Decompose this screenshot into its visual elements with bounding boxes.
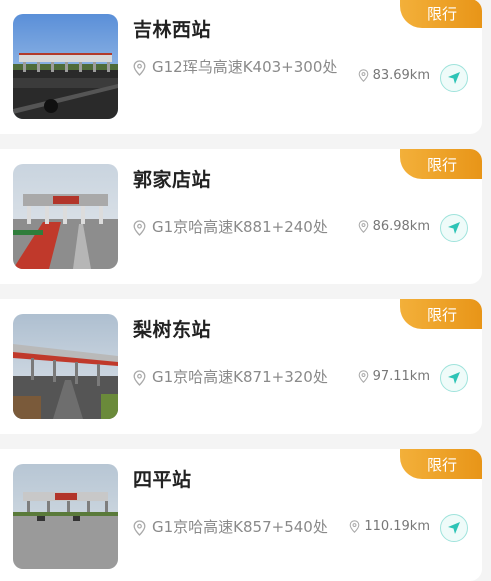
station-distance-text: 83.69km — [372, 68, 430, 83]
restriction-badge: 限行 — [400, 449, 482, 479]
station-card[interactable]: 四平站 G1京哈高速K857+540处 110.19km 限行 — [0, 449, 482, 581]
toll-station-photo-icon — [13, 14, 118, 119]
station-address-text: G1京哈高速K871+320处 — [152, 368, 328, 386]
station-address: G12珲乌高速K403+300处 — [133, 57, 343, 77]
station-address-text: G1京哈高速K881+240处 — [152, 218, 328, 236]
station-address: G1京哈高速K857+540处 — [133, 517, 353, 537]
station-distance: 83.69km — [358, 68, 430, 83]
station-distance-text: 86.98km — [372, 219, 430, 234]
station-address-text: G12珲乌高速K403+300处 — [152, 58, 338, 76]
station-address: G1京哈高速K871+320处 — [133, 367, 353, 387]
station-name: 梨树东站 — [133, 319, 212, 341]
toll-station-photo-icon — [13, 164, 118, 269]
station-address: G1京哈高速K881+240处 — [133, 217, 353, 237]
station-photo — [13, 464, 118, 569]
navigate-arrow-icon — [448, 72, 460, 84]
distance-pin-icon — [358, 220, 368, 233]
distance-pin-icon — [358, 69, 368, 82]
station-distance: 97.11km — [358, 369, 430, 384]
navigate-button[interactable] — [440, 364, 468, 392]
location-pin-icon — [133, 60, 146, 76]
navigate-button[interactable] — [440, 514, 468, 542]
navigate-button[interactable] — [440, 214, 468, 242]
station-card[interactable]: 吉林西站 G12珲乌高速K403+300处 83.69km 限行 — [0, 0, 482, 134]
toll-station-photo-icon — [13, 464, 118, 569]
distance-pin-icon — [349, 520, 360, 533]
station-photo — [13, 14, 118, 119]
station-address-text: G1京哈高速K857+540处 — [152, 518, 328, 536]
navigate-arrow-icon — [448, 222, 460, 234]
station-name: 四平站 — [133, 469, 192, 491]
station-name: 吉林西站 — [133, 19, 212, 41]
station-list: 吉林西站 G12珲乌高速K403+300处 83.69km 限行 郭家店站 G1… — [0, 0, 491, 581]
navigate-arrow-icon — [448, 372, 460, 384]
station-distance-text: 97.11km — [372, 369, 430, 384]
location-pin-icon — [133, 370, 146, 386]
location-pin-icon — [133, 220, 146, 236]
station-photo — [13, 164, 118, 269]
navigate-arrow-icon — [448, 522, 460, 534]
restriction-badge: 限行 — [400, 0, 482, 28]
restriction-badge: 限行 — [400, 149, 482, 179]
restriction-badge: 限行 — [400, 299, 482, 329]
station-card[interactable]: 梨树东站 G1京哈高速K871+320处 97.11km 限行 — [0, 299, 482, 434]
station-distance-text: 110.19km — [364, 519, 430, 534]
station-distance: 110.19km — [349, 519, 430, 534]
station-photo — [13, 314, 118, 419]
distance-pin-icon — [358, 370, 368, 383]
toll-station-photo-icon — [13, 314, 118, 419]
station-name: 郭家店站 — [133, 169, 212, 191]
station-card[interactable]: 郭家店站 G1京哈高速K881+240处 86.98km 限行 — [0, 149, 482, 284]
navigate-button[interactable] — [440, 64, 468, 92]
station-distance: 86.98km — [358, 219, 430, 234]
location-pin-icon — [133, 520, 146, 536]
